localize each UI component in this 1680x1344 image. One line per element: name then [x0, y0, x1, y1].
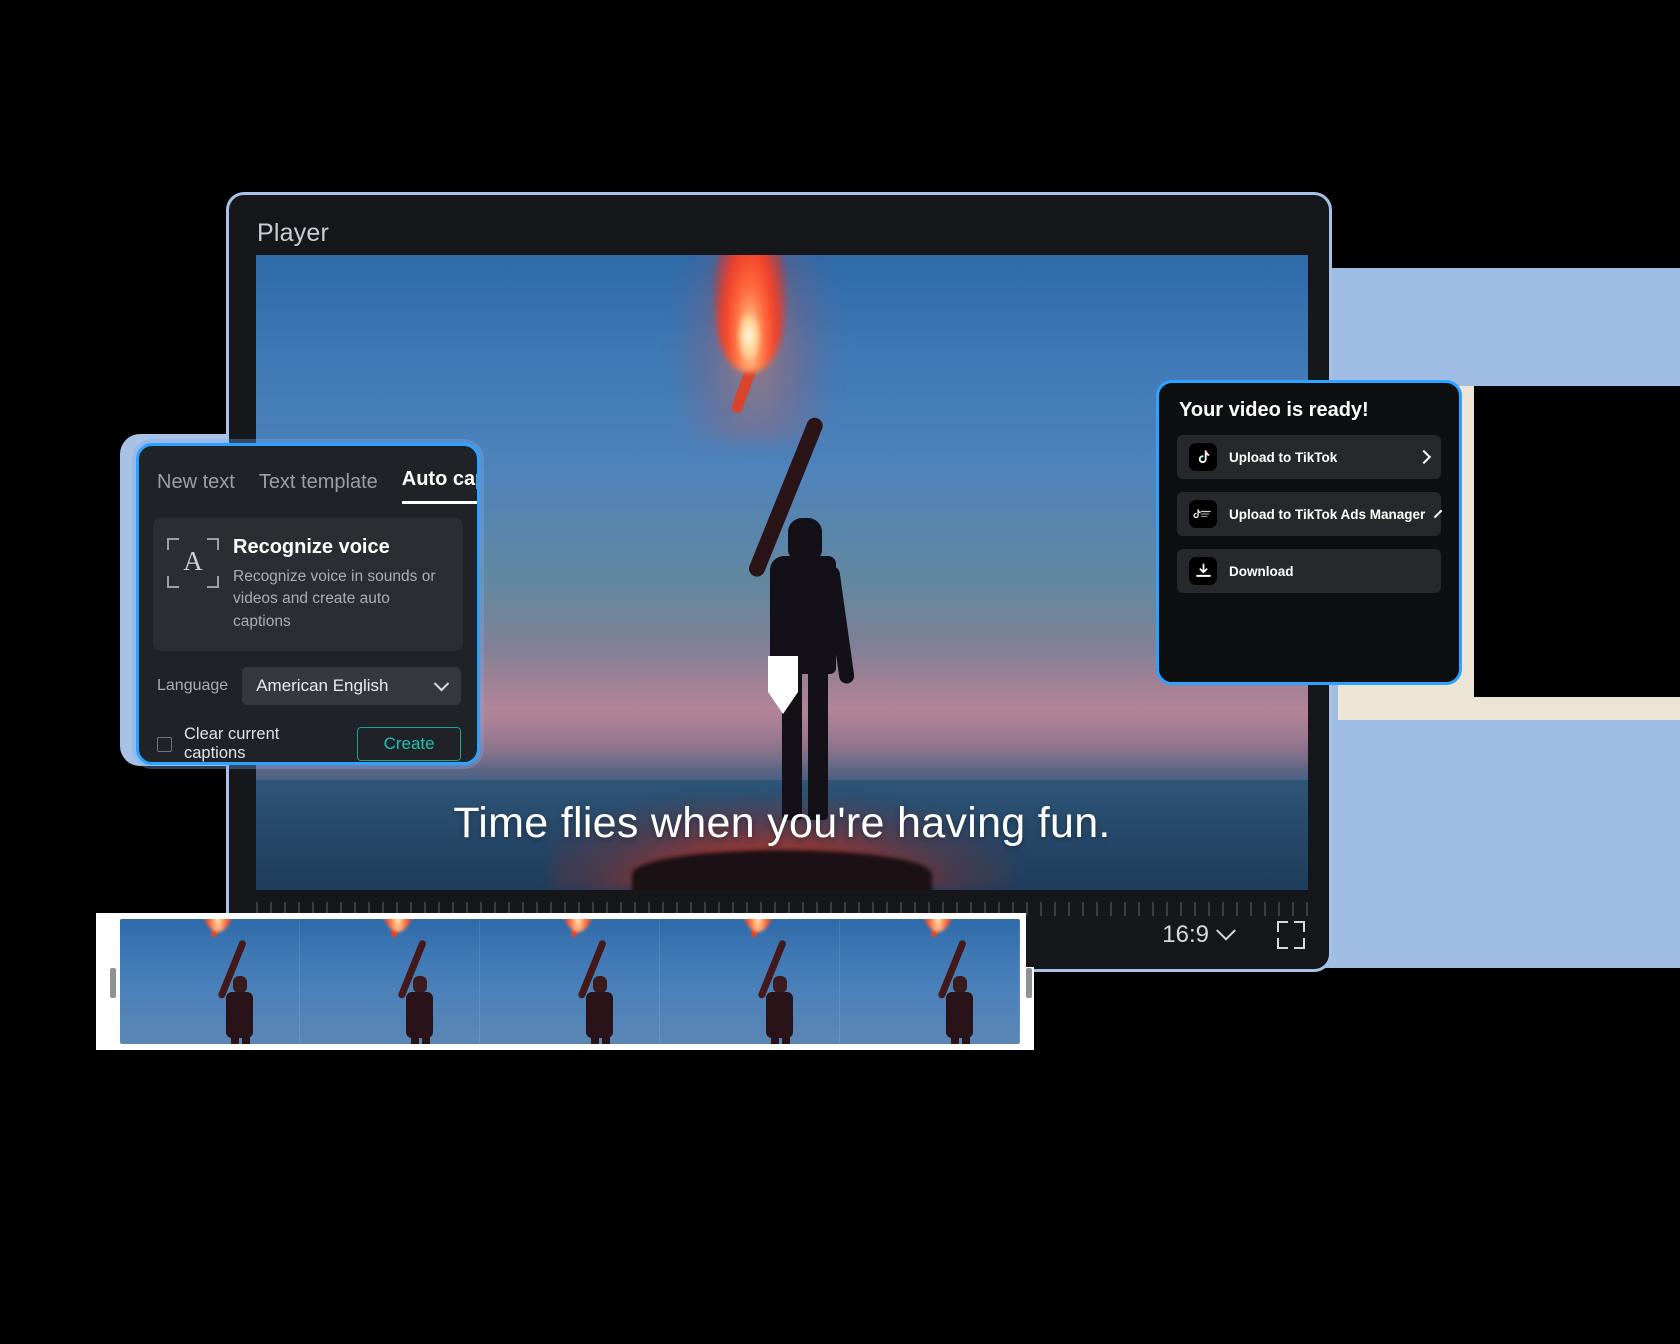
filmstrip-frame[interactable] [300, 919, 480, 1044]
figure-head [788, 518, 822, 560]
upload-to-tiktok-row[interactable]: Upload to TikTok [1177, 435, 1441, 479]
frame-figure [741, 919, 799, 1044]
captions-footer: Clear current captions Create [139, 705, 477, 763]
filmstrip-frame[interactable] [660, 919, 840, 1044]
screenshot-stage: Player Time flies when you're having fun… [0, 0, 1680, 1344]
frame-head [593, 976, 608, 993]
playhead-body [768, 656, 798, 692]
chevron-right-icon [1416, 449, 1432, 465]
clear-captions-label: Clear current captions [183, 725, 280, 763]
frame-head [413, 976, 428, 993]
background-block-black [1474, 386, 1680, 697]
fullscreen-corner-br [1294, 938, 1305, 949]
frame-torso [406, 992, 434, 1038]
frame-head [953, 976, 968, 993]
download-label: Download [1229, 563, 1294, 579]
frame-torso [586, 992, 614, 1038]
frame-leg-left [771, 1036, 780, 1044]
frame-leg-left [411, 1036, 420, 1044]
video-caption-overlay: Time flies when you're having fun. [453, 799, 1111, 847]
flare-core [738, 312, 760, 360]
timeline-filmstrip[interactable] [120, 919, 1020, 1044]
chevron-down-icon [433, 675, 450, 692]
frame-leg-left [591, 1036, 600, 1044]
chevron-right-icon [1434, 509, 1443, 519]
recognize-voice-icon: A [167, 538, 219, 588]
frame-flare-flame [561, 919, 596, 932]
download-icon [1189, 557, 1217, 585]
playhead-tip [768, 692, 798, 714]
fullscreen-icon[interactable] [1277, 921, 1305, 949]
fullscreen-corner-bl [1277, 938, 1288, 949]
upload-to-tiktok-ads-manager-label: Upload to TikTok Ads Manager [1229, 506, 1426, 522]
recognize-voice-text: Recognize voice Recognize voice in sound… [233, 536, 447, 633]
frame-head [773, 976, 788, 993]
icon-corner-br [207, 576, 219, 588]
icon-letter-glyph: A [183, 546, 203, 576]
frame-figure [381, 919, 439, 1044]
frame-leg-left [951, 1036, 960, 1044]
fullscreen-corner-tl [1277, 921, 1288, 932]
download-row[interactable]: Download [1177, 549, 1441, 593]
frame-leg-right [962, 1036, 971, 1044]
frame-leg-right [422, 1036, 431, 1044]
frame-torso [946, 992, 974, 1038]
recognize-voice-title: Recognize voice [233, 536, 390, 558]
icon-corner-bl [167, 576, 179, 588]
filmstrip-frame[interactable] [840, 919, 1020, 1044]
upload-to-tiktok-ads-manager-row[interactable]: Upload to TikTok Ads Manager [1177, 492, 1443, 536]
frame-leg-right [242, 1036, 251, 1044]
ground-rock [632, 850, 932, 890]
tab-new-text[interactable]: New text [157, 471, 235, 504]
frame-flare-flame [741, 919, 776, 932]
filmstrip-frame[interactable] [120, 919, 300, 1044]
frame-torso [766, 992, 794, 1038]
language-select[interactable]: American English [242, 667, 461, 706]
frame-flare-flame [921, 919, 956, 932]
frame-torso [226, 992, 254, 1038]
timeline-playhead[interactable] [768, 656, 798, 714]
tab-text-template[interactable]: Text template [259, 471, 378, 504]
create-button[interactable]: Create [357, 727, 461, 762]
frame-leg-left [231, 1036, 240, 1044]
language-row: Language American English [139, 651, 477, 706]
frame-head [233, 976, 248, 993]
frame-figure [921, 919, 979, 1044]
export-panel-title: Your video is ready! [1179, 399, 1369, 421]
recognize-voice-description: Recognize voice in sounds or videos and … [233, 568, 436, 630]
chevron-down-icon [1216, 920, 1236, 941]
tiktok-ads-manager-icon [1189, 500, 1217, 528]
frame-flare-flame [201, 919, 236, 932]
clip-trim-handle-right[interactable] [1026, 968, 1032, 998]
figure-right-leg [808, 670, 828, 820]
frame-flare-flame [381, 919, 416, 932]
aspect-ratio-button[interactable]: 16:9 [1162, 920, 1236, 949]
upload-to-tiktok-label: Upload to TikTok [1229, 449, 1338, 465]
clip-trim-handle-left[interactable] [110, 968, 116, 998]
frame-leg-right [782, 1036, 791, 1044]
language-label: Language [157, 677, 229, 695]
tiktok-icon [1189, 443, 1217, 471]
frame-leg-right [602, 1036, 611, 1044]
frame-figure [561, 919, 619, 1044]
frame-figure [201, 919, 259, 1044]
recognize-voice-card[interactable]: A Recognize voice Recognize voice in sou… [153, 518, 463, 652]
player-controls: 16:9 [1162, 920, 1305, 949]
filmstrip-frame[interactable] [480, 919, 660, 1044]
aspect-ratio-label: 16:9 [1162, 921, 1209, 948]
captions-tabbar: New text Text template Auto captions « [139, 446, 477, 504]
tab-auto-captions[interactable]: Auto captions [401, 468, 477, 504]
page-title: Player [257, 219, 330, 247]
auto-captions-panel: New text Text template Auto captions « A… [136, 443, 480, 765]
export-ready-panel: Your video is ready! Upload to TikTok Up… [1156, 380, 1462, 685]
fullscreen-corner-tr [1294, 921, 1305, 932]
clear-captions-checkbox[interactable] [157, 736, 172, 752]
language-value: American English [256, 676, 389, 696]
